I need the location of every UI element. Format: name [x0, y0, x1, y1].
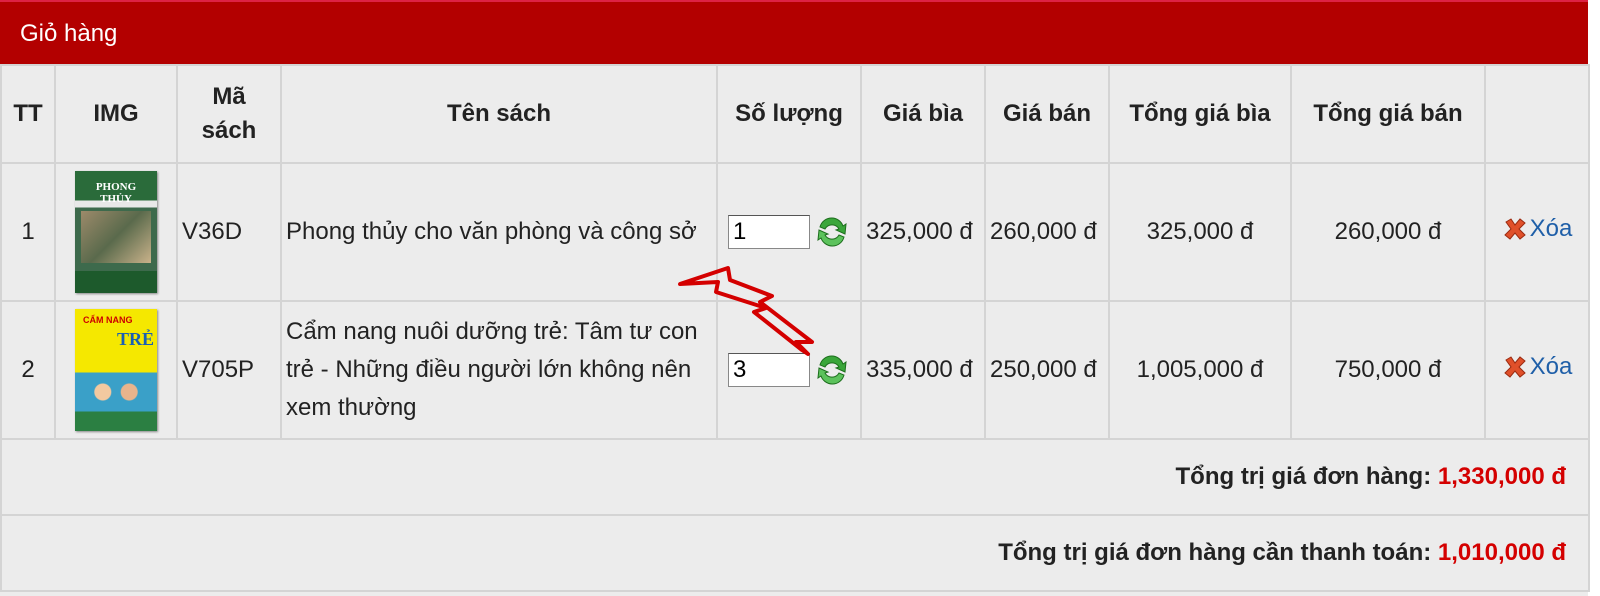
book-title: Cẩm nang nuôi dưỡng trẻ: Tâm tư con trẻ …	[280, 300, 718, 440]
cover-title: CẨM NANG	[83, 315, 133, 325]
order-total-value: 1,330,000 đ	[1437, 463, 1566, 490]
payable-total-value: 1,010,000 đ	[1437, 539, 1566, 566]
order-total-row: Tổng trị giá đơn hàng: 1,330,000 đ	[0, 438, 1590, 516]
delete-cell: Xóa	[1484, 162, 1590, 302]
payable-total-label: Tổng trị giá đơn hàng cần thanh toán:	[998, 539, 1432, 566]
order-total: Tổng trị giá đơn hàng: 1,330,000 đ	[0, 438, 1590, 516]
book-cover[interactable]: PHONG THỦY	[54, 162, 178, 302]
total-cover-price: 325,000 đ	[1108, 162, 1292, 302]
book-cover-image[interactable]: PHONG THỦY	[75, 171, 157, 293]
quantity-input[interactable]	[728, 215, 810, 249]
col-name: Tên sách	[280, 64, 718, 164]
col-cover-price: Giá bìa	[860, 64, 986, 164]
row-index: 2	[0, 300, 56, 440]
total-cover-price: 1,005,000 đ	[1108, 300, 1292, 440]
col-total-sale: Tổng giá bán	[1290, 64, 1486, 164]
payable-total: Tổng trị giá đơn hàng cần thanh toán: 1,…	[0, 514, 1590, 592]
delete-label[interactable]: Xóa	[1530, 353, 1573, 381]
delete-x-icon	[1503, 218, 1526, 240]
delete-button[interactable]: Xóa	[1502, 353, 1573, 381]
table-row: 2 CẨM NANG TRẺ V705P Cẩm nang nuôi dưỡng…	[0, 300, 1590, 440]
cover-title: PHONG THỦY	[95, 181, 137, 205]
refresh-icon[interactable]	[816, 352, 848, 388]
book-code: V36D	[176, 162, 282, 302]
delete-x-icon	[1503, 356, 1526, 378]
cart-title: Giỏ hàng	[0, 0, 1588, 64]
cover-price: 325,000 đ	[860, 162, 986, 302]
cart-panel: Giỏ hàng TT IMG Mã sách Tên sách Số lượn…	[0, 0, 1600, 596]
refresh-icon[interactable]	[816, 214, 848, 250]
sale-price: 260,000 đ	[984, 162, 1110, 302]
col-action	[1484, 64, 1590, 164]
book-code: V705P	[176, 300, 282, 440]
row-index: 1	[0, 162, 56, 302]
total-sale-price: 260,000 đ	[1290, 162, 1486, 302]
delete-cell: Xóa	[1484, 300, 1590, 440]
col-total-cover: Tổng giá bìa	[1108, 64, 1292, 164]
cover-subtitle: TRẺ	[117, 329, 155, 349]
book-title: Phong thủy cho văn phòng và công sở	[280, 162, 718, 302]
cover-price: 335,000 đ	[860, 300, 986, 440]
col-tt: TT	[0, 64, 56, 164]
qty-cell	[716, 162, 862, 302]
col-qty: Số lượng	[716, 64, 862, 164]
table-header-row: TT IMG Mã sách Tên sách Số lượng Giá bìa…	[0, 64, 1590, 164]
col-code: Mã sách	[176, 64, 282, 164]
col-sale-price: Giá bán	[984, 64, 1110, 164]
qty-cell	[716, 300, 862, 440]
cover-photo	[81, 211, 151, 263]
col-img: IMG	[54, 64, 178, 164]
order-total-label: Tổng trị giá đơn hàng:	[1175, 463, 1432, 490]
sale-price: 250,000 đ	[984, 300, 1110, 440]
total-sale-price: 750,000 đ	[1290, 300, 1486, 440]
quantity-input[interactable]	[728, 353, 810, 387]
delete-label[interactable]: Xóa	[1530, 215, 1573, 243]
delete-button[interactable]: Xóa	[1502, 215, 1573, 243]
cart-table: TT IMG Mã sách Tên sách Số lượng Giá bìa…	[0, 64, 1590, 592]
table-row: 1 PHONG THỦY V36D Phong thủy cho văn phò…	[0, 162, 1590, 302]
book-cover-image[interactable]: CẨM NANG TRẺ	[75, 309, 157, 431]
book-cover[interactable]: CẨM NANG TRẺ	[54, 300, 178, 440]
payable-total-row: Tổng trị giá đơn hàng cần thanh toán: 1,…	[0, 514, 1590, 592]
cover-photo	[83, 377, 149, 407]
